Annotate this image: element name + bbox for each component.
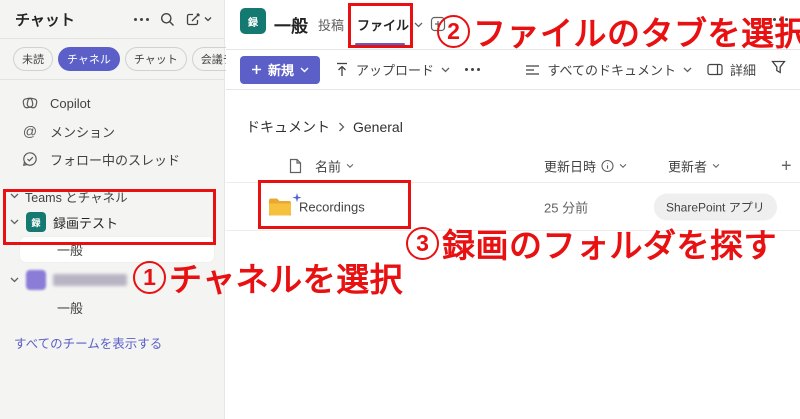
chat-sidebar: チャット 未読 チャネル チャット 会議チャット [0,0,225,419]
add-tab-icon[interactable] [430,16,446,37]
channel-label: 一般 [57,298,83,317]
column-header-label: 更新者 [668,157,707,176]
chat-filter-pills: 未読 チャネル チャット 会議チャット [0,39,224,80]
channel-avatar: 録 [240,8,266,34]
view-selector-label: すべてのドキュメント [547,60,676,79]
sidebar-header: チャット [0,0,224,39]
copilot-icon [21,95,39,111]
details-pane-icon [707,63,723,76]
active-tab-indicator [355,43,405,46]
file-type-column-icon[interactable] [289,158,302,174]
team-row-second[interactable] [0,266,224,294]
filter-unread[interactable]: 未読 [13,47,53,71]
info-icon [601,160,614,173]
tab-files-label: ファイル [357,15,409,34]
chevron-down-icon [10,193,19,199]
column-header-label: 名前 [315,157,341,176]
breadcrumb-documents[interactable]: ドキュメント [246,117,330,137]
team-name: 録画テスト [53,213,118,232]
details-label: 詳細 [730,60,756,79]
chevron-down-icon [441,67,450,73]
show-all-teams-link[interactable]: すべてのチームを表示する [14,333,224,352]
chevron-down-icon [619,164,627,169]
channel-main-pane: 録 一般 投稿 ファイル 新規 アップロード [226,0,800,419]
followed-threads-icon [21,151,39,167]
table-row-recordings[interactable]: Recordings 25 分前 SharePoint アプリ [226,182,800,231]
files-table-header: 名前 更新日時 更新者 + [226,150,800,182]
files-table: 名前 更新日時 更新者 + [226,150,800,231]
sidebar-title: チャット [15,9,134,30]
file-name[interactable]: Recordings [299,199,365,214]
team-name-redacted [53,274,127,286]
column-header-name[interactable]: 名前 [315,157,354,176]
chevron-down-icon [683,67,692,73]
new-chat-icon[interactable] [186,12,212,27]
sidebar-item-followed-threads[interactable]: フォロー中のスレッド [0,145,224,173]
filter-icon[interactable] [771,60,786,79]
sidebar-item-mentions[interactable]: @ メンション [0,117,224,145]
new-button-label: 新規 [268,60,294,79]
channel-label: 一般 [57,240,83,259]
column-header-modified-by[interactable]: 更新者 [668,157,720,176]
channel-title: 一般 [274,12,308,37]
files-toolbar: 新規 アップロード すべてのドキュメント 詳細 [226,50,800,90]
modified-by-badge: SharePoint アプリ [654,193,777,220]
channel-general-selected[interactable]: 一般 [20,237,214,262]
teams-app-window: チャット 未読 チャネル チャット 会議チャット [0,0,800,419]
filter-channels[interactable]: チャネル [58,47,120,71]
sidebar-item-copilot[interactable]: Copilot [0,89,224,117]
team-avatar: 録 [26,212,46,232]
details-button[interactable]: 詳細 [707,60,756,79]
upload-icon [335,62,349,77]
mention-icon: @ [21,123,39,139]
team-row-recording-test[interactable]: 録 録画テスト [0,208,224,236]
plus-icon [251,64,262,75]
sidebar-item-label: Copilot [50,96,90,111]
upload-label: アップロード [356,60,434,79]
team-avatar-redacted [26,270,46,290]
tab-files[interactable]: ファイル [357,15,423,34]
column-header-label: 更新日時 [544,157,596,176]
chevron-down-icon [346,164,354,169]
sidebar-items: Copilot @ メンション フォロー中のスレッド [0,80,224,173]
add-column-button[interactable]: + [781,156,792,177]
more-options-icon[interactable] [134,18,149,21]
toolbar-more-icon[interactable] [465,68,480,71]
sidebar-item-label: フォロー中のスレッド [50,150,180,169]
upload-button[interactable]: アップロード [335,60,450,79]
tab-posts[interactable]: 投稿 [318,15,344,34]
breadcrumb: ドキュメント General [246,117,800,137]
toolbar-right-group: すべてのドキュメント 詳細 [525,60,786,79]
teams-section-header[interactable]: Teams とチャネル [0,184,224,208]
view-selector[interactable]: すべてのドキュメント [525,60,692,79]
folder-icon [268,197,292,216]
chevron-down-icon [10,219,19,225]
channel-more-icon[interactable] [773,18,788,21]
chevron-down-icon [10,277,19,283]
file-modified-time: 25 分前 [544,197,588,216]
sidebar-item-label: メンション [50,122,115,141]
filter-chats[interactable]: チャット [125,47,187,71]
search-icon[interactable] [160,12,175,27]
teams-section-label: Teams とチャネル [25,187,128,206]
new-button[interactable]: 新規 [240,56,320,84]
chevron-down-icon [414,22,423,28]
column-header-modified[interactable]: 更新日時 [544,157,627,176]
list-view-icon [525,64,540,76]
chevron-down-icon [712,164,720,169]
channel-general-second[interactable]: 一般 [0,294,224,320]
sidebar-header-icons [134,12,212,27]
channel-header: 録 一般 投稿 ファイル [226,0,800,50]
file-modified-by: SharePoint アプリ [654,193,777,220]
breadcrumb-general[interactable]: General [353,119,403,135]
chevron-right-icon [338,122,345,132]
chevron-down-icon [300,67,309,73]
